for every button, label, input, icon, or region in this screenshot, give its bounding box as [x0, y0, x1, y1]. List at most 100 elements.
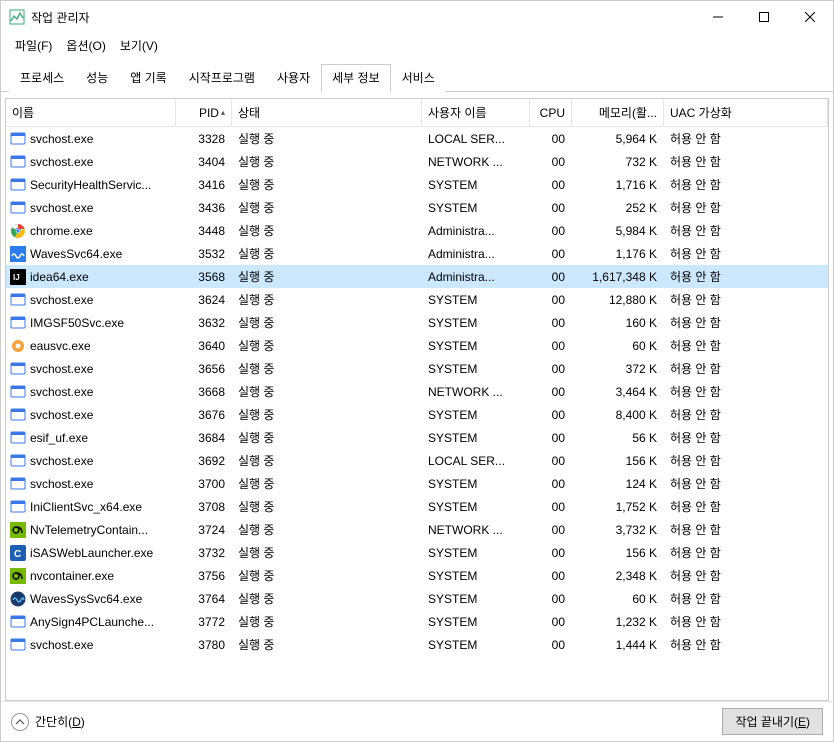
process-row[interactable]: svchost.exe3656실행 중SYSTEM00372 K허용 안 함 [6, 357, 828, 380]
cell-cpu: 00 [530, 564, 572, 587]
process-name: svchost.exe [30, 201, 93, 215]
process-name: IniClientSvc_x64.exe [30, 500, 142, 514]
col-header-name[interactable]: 이름 [6, 99, 176, 126]
tab-0[interactable]: 프로세스 [9, 64, 75, 92]
process-row[interactable]: IMGSF50Svc.exe3632실행 중SYSTEM00160 K허용 안 … [6, 311, 828, 334]
process-row[interactable]: IniClientSvc_x64.exe3708실행 중SYSTEM001,75… [6, 495, 828, 518]
cell-cpu: 00 [530, 587, 572, 610]
col-header-memory[interactable]: 메모리(활... [572, 99, 664, 126]
cell-cpu: 00 [530, 127, 572, 150]
col-header-pid[interactable]: PID▴ [176, 99, 232, 126]
fewer-details[interactable]: 간단히(D) [11, 713, 85, 731]
tab-3[interactable]: 시작프로그램 [178, 64, 266, 92]
col-header-status[interactable]: 상태 [232, 99, 422, 126]
cell-uac: 허용 안 함 [664, 242, 828, 265]
process-row[interactable]: esif_uf.exe3684실행 중SYSTEM0056 K허용 안 함 [6, 426, 828, 449]
menu-options[interactable]: 옵션(O) [60, 35, 111, 56]
cell-user: SYSTEM [422, 633, 530, 656]
cell-status: 실행 중 [232, 495, 422, 518]
process-icon [10, 453, 26, 469]
minimize-button[interactable] [695, 1, 741, 33]
process-row[interactable]: AnySign4PCLaunche...3772실행 중SYSTEM001,23… [6, 610, 828, 633]
cell-cpu: 00 [530, 633, 572, 656]
cell-pid: 3764 [176, 587, 232, 610]
process-row[interactable]: svchost.exe3624실행 중SYSTEM0012,880 K허용 안 … [6, 288, 828, 311]
process-name: WavesSvc64.exe [30, 247, 122, 261]
menu-file[interactable]: 파일(F) [9, 35, 58, 56]
cell-status: 실행 중 [232, 426, 422, 449]
col-header-uac[interactable]: UAC 가상화 [664, 99, 828, 126]
cell-status: 실행 중 [232, 265, 422, 288]
cell-pid: 3708 [176, 495, 232, 518]
cell-pid: 3676 [176, 403, 232, 426]
cell-uac: 허용 안 함 [664, 541, 828, 564]
process-row[interactable]: svchost.exe3676실행 중SYSTEM008,400 K허용 안 함 [6, 403, 828, 426]
menu-view[interactable]: 보기(V) [114, 35, 164, 56]
process-name: iSASWebLauncher.exe [30, 546, 153, 560]
end-task-button[interactable]: 작업 끝내기(E) [722, 708, 823, 735]
process-list[interactable]: svchost.exe3328실행 중LOCAL SER...005,964 K… [6, 127, 828, 700]
process-row[interactable]: WavesSvc64.exe3532실행 중Administra...001,1… [6, 242, 828, 265]
process-grid: 이름 PID▴ 상태 사용자 이름 CPU 메모리(활... UAC 가상화 s… [5, 98, 829, 701]
cell-name: svchost.exe [6, 127, 176, 150]
cell-cpu: 00 [530, 219, 572, 242]
process-row[interactable]: svchost.exe3780실행 중SYSTEM001,444 K허용 안 함 [6, 633, 828, 656]
process-row[interactable]: svchost.exe3692실행 중LOCAL SER...00156 K허용… [6, 449, 828, 472]
process-row[interactable]: svchost.exe3668실행 중NETWORK ...003,464 K허… [6, 380, 828, 403]
cell-name: svchost.exe [6, 380, 176, 403]
titlebar[interactable]: 작업 관리자 [1, 1, 833, 33]
process-row[interactable]: WavesSysSvc64.exe3764실행 중SYSTEM0060 K허용 … [6, 587, 828, 610]
cell-memory: 3,732 K [572, 518, 664, 541]
col-header-user[interactable]: 사용자 이름 [422, 99, 530, 126]
cell-uac: 허용 안 함 [664, 311, 828, 334]
cell-uac: 허용 안 함 [664, 380, 828, 403]
cell-cpu: 00 [530, 426, 572, 449]
cell-cpu: 00 [530, 541, 572, 564]
process-row[interactable]: svchost.exe3436실행 중SYSTEM00252 K허용 안 함 [6, 196, 828, 219]
cell-status: 실행 중 [232, 311, 422, 334]
cell-name: svchost.exe [6, 449, 176, 472]
process-row[interactable]: eausvc.exe3640실행 중SYSTEM0060 K허용 안 함 [6, 334, 828, 357]
process-name: IMGSF50Svc.exe [30, 316, 124, 330]
process-row[interactable]: NvTelemetryContain...3724실행 중NETWORK ...… [6, 518, 828, 541]
process-icon [10, 361, 26, 377]
cell-pid: 3640 [176, 334, 232, 357]
process-icon [10, 384, 26, 400]
process-row[interactable]: svchost.exe3700실행 중SYSTEM00124 K허용 안 함 [6, 472, 828, 495]
cell-memory: 1,444 K [572, 633, 664, 656]
tab-1[interactable]: 성능 [75, 64, 119, 92]
cell-user: SYSTEM [422, 173, 530, 196]
tab-6[interactable]: 서비스 [391, 64, 446, 92]
process-row[interactable]: IJidea64.exe3568실행 중Administra...001,617… [6, 265, 828, 288]
cell-uac: 허용 안 함 [664, 127, 828, 150]
cell-status: 실행 중 [232, 380, 422, 403]
tab-4[interactable]: 사용자 [266, 64, 321, 92]
cell-pid: 3656 [176, 357, 232, 380]
cell-cpu: 00 [530, 403, 572, 426]
process-row[interactable]: svchost.exe3404실행 중NETWORK ...00732 K허용 … [6, 150, 828, 173]
maximize-button[interactable] [741, 1, 787, 33]
process-row[interactable]: chrome.exe3448실행 중Administra...005,984 K… [6, 219, 828, 242]
tab-5[interactable]: 세부 정보 [321, 64, 391, 92]
tab-2[interactable]: 앱 기록 [119, 64, 177, 92]
cell-name: svchost.exe [6, 288, 176, 311]
col-header-cpu[interactable]: CPU [530, 99, 572, 126]
cell-status: 실행 중 [232, 127, 422, 150]
process-row[interactable]: SecurityHealthServic...3416실행 중SYSTEM001… [6, 173, 828, 196]
cell-uac: 허용 안 함 [664, 472, 828, 495]
cell-uac: 허용 안 함 [664, 518, 828, 541]
process-row[interactable]: nvcontainer.exe3756실행 중SYSTEM002,348 K허용… [6, 564, 828, 587]
cell-name: WavesSysSvc64.exe [6, 587, 176, 610]
cell-memory: 732 K [572, 150, 664, 173]
cell-status: 실행 중 [232, 357, 422, 380]
cell-user: SYSTEM [422, 334, 530, 357]
cell-memory: 5,964 K [572, 127, 664, 150]
process-name: SecurityHealthServic... [30, 178, 151, 192]
process-icon [10, 338, 26, 354]
close-button[interactable] [787, 1, 833, 33]
footer: 간단히(D) 작업 끝내기(E) [1, 701, 833, 741]
cell-pid: 3732 [176, 541, 232, 564]
cell-pid: 3684 [176, 426, 232, 449]
process-row[interactable]: CiSASWebLauncher.exe3732실행 중SYSTEM00156 … [6, 541, 828, 564]
process-row[interactable]: svchost.exe3328실행 중LOCAL SER...005,964 K… [6, 127, 828, 150]
